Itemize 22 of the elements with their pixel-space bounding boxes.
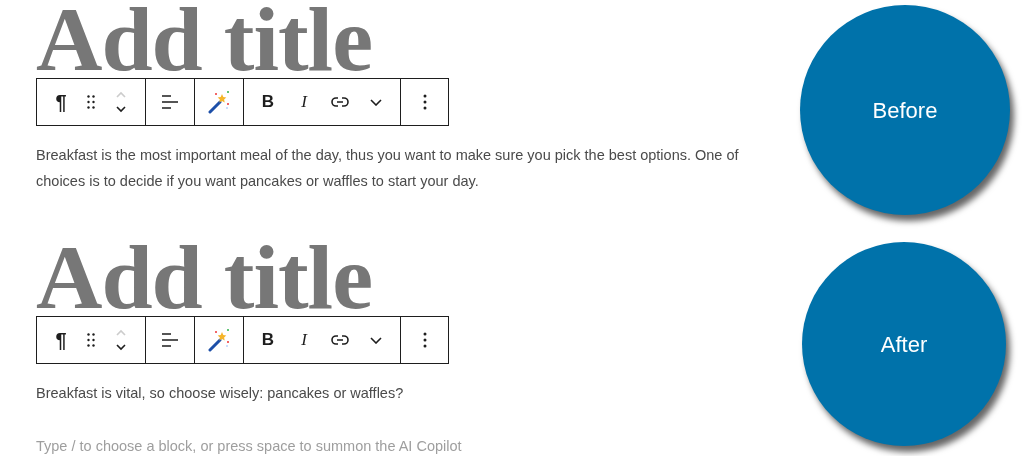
italic-button[interactable]: I <box>290 84 318 120</box>
drag-icon <box>87 95 95 109</box>
italic-button[interactable]: I <box>290 322 318 358</box>
link-icon <box>331 335 349 345</box>
title-placeholder[interactable]: Add title <box>36 0 372 78</box>
align-left-icon <box>162 95 178 109</box>
magic-wand-icon <box>207 328 231 352</box>
paragraph-button[interactable]: ¶ <box>47 84 75 120</box>
title-placeholder[interactable]: Add title <box>36 238 372 316</box>
align-left-icon <box>162 333 178 347</box>
magic-wand-icon <box>207 90 231 114</box>
chevron-down-icon <box>370 98 382 106</box>
bold-button[interactable]: B <box>254 322 282 358</box>
up-down-chevrons-icon <box>115 91 127 113</box>
chevron-down-icon <box>370 336 382 344</box>
paragraph-button[interactable]: ¶ <box>47 322 75 358</box>
up-down-chevrons-icon <box>115 329 127 351</box>
bold-button[interactable]: B <box>254 84 282 120</box>
link-icon <box>331 97 349 107</box>
more-vertical-icon <box>422 332 427 348</box>
more-vertical-icon <box>422 94 427 110</box>
drag-icon <box>87 333 95 347</box>
